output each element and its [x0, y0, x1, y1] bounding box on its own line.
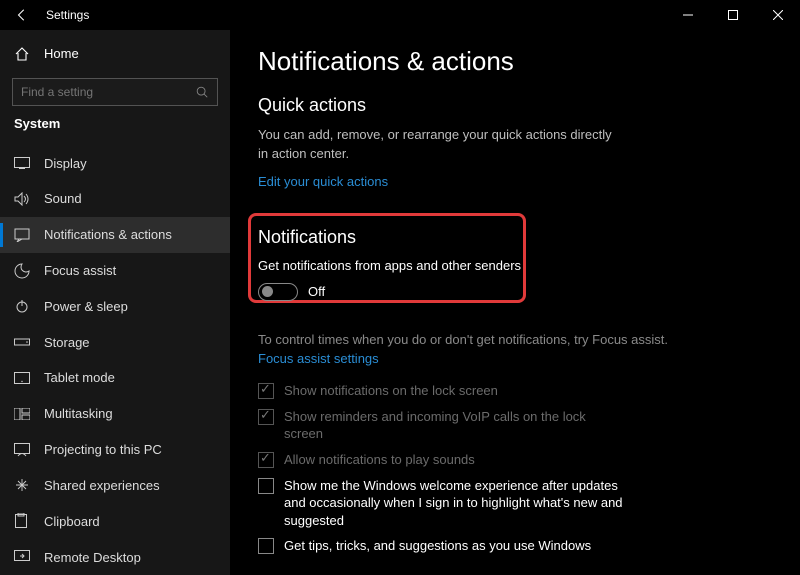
home-label: Home: [44, 46, 79, 61]
check-voip: Show reminders and incoming VoIP calls o…: [258, 408, 780, 443]
back-button[interactable]: [12, 5, 32, 25]
page-title: Notifications & actions: [258, 46, 780, 77]
focus-hint-text: To control times when you do or don't ge…: [258, 332, 668, 347]
toggle-state-label: Off: [308, 284, 325, 299]
sidebar-item-label: Shared experiences: [44, 478, 160, 493]
focus-assist-icon: [14, 263, 32, 279]
sidebar-item-label: Notifications & actions: [44, 227, 172, 242]
sidebar-item-display[interactable]: Display: [0, 145, 230, 181]
sidebar-item-label: Multitasking: [44, 406, 113, 421]
sidebar-item-clipboard[interactable]: Clipboard: [0, 503, 230, 539]
close-button[interactable]: [755, 0, 800, 30]
content-area: Notifications & actions Quick actions Yo…: [230, 30, 800, 575]
sidebar-item-shared[interactable]: Shared experiences: [0, 468, 230, 504]
sidebar-item-storage[interactable]: Storage: [0, 324, 230, 360]
notifications-icon: [14, 228, 32, 242]
sidebar-item-label: Display: [44, 156, 87, 171]
quick-actions-description: You can add, remove, or rearrange your q…: [258, 126, 618, 164]
check-sounds: Allow notifications to play sounds: [258, 451, 780, 469]
sidebar-item-remote[interactable]: Remote Desktop: [0, 539, 230, 575]
sidebar-item-label: Clipboard: [44, 514, 100, 529]
check-welcome-experience[interactable]: Show me the Windows welcome experience a…: [258, 477, 780, 530]
check-tips[interactable]: Get tips, tricks, and suggestions as you…: [258, 537, 780, 555]
sidebar-item-label: Tablet mode: [44, 370, 115, 385]
sidebar-item-multitasking[interactable]: Multitasking: [0, 396, 230, 432]
power-icon: [14, 298, 32, 314]
sidebar-item-sound[interactable]: Sound: [0, 181, 230, 217]
search-icon: [195, 85, 209, 99]
minimize-button[interactable]: [665, 0, 710, 30]
quick-actions-heading: Quick actions: [258, 95, 780, 116]
multitasking-icon: [14, 408, 32, 420]
sidebar-item-projecting[interactable]: Projecting to this PC: [0, 432, 230, 468]
shared-icon: [14, 477, 32, 493]
storage-icon: [14, 337, 32, 347]
sidebar-item-label: Storage: [44, 335, 90, 350]
notifications-toggle[interactable]: [258, 283, 298, 301]
search-box[interactable]: [12, 78, 218, 106]
sidebar-item-tablet[interactable]: Tablet mode: [0, 360, 230, 396]
remote-icon: [14, 550, 32, 564]
tablet-icon: [14, 372, 32, 384]
search-input[interactable]: [21, 85, 195, 99]
checkbox-label: Show reminders and incoming VoIP calls o…: [284, 408, 624, 443]
checkbox-label: Show notifications on the lock screen: [284, 382, 498, 400]
sidebar-item-label: Sound: [44, 191, 82, 206]
clipboard-icon: [14, 513, 32, 529]
sound-icon: [14, 192, 32, 206]
sidebar-item-power[interactable]: Power & sleep: [0, 288, 230, 324]
home-icon: [14, 46, 32, 62]
maximize-button[interactable]: [710, 0, 755, 30]
sidebar-item-label: Remote Desktop: [44, 550, 141, 565]
category-label: System: [0, 116, 230, 145]
projecting-icon: [14, 443, 32, 457]
sidebar: Home System Display Sound Notifications …: [0, 30, 230, 575]
sidebar-item-label: Power & sleep: [44, 299, 128, 314]
sidebar-item-label: Projecting to this PC: [44, 442, 162, 457]
checkbox-icon[interactable]: [258, 478, 274, 494]
sidebar-item-label: Focus assist: [44, 263, 116, 278]
checkbox-icon: [258, 409, 274, 425]
display-icon: [14, 157, 32, 169]
notifications-heading: Notifications: [258, 227, 770, 248]
edit-quick-actions-link[interactable]: Edit your quick actions: [258, 174, 388, 189]
checkbox-icon: [258, 383, 274, 399]
focus-assist-settings-link[interactable]: Focus assist settings: [258, 350, 379, 369]
check-lock-screen: Show notifications on the lock screen: [258, 382, 780, 400]
home-nav[interactable]: Home: [0, 36, 230, 72]
checkbox-icon: [258, 452, 274, 468]
window-title: Settings: [46, 8, 89, 22]
checkbox-label: Get tips, tricks, and suggestions as you…: [284, 537, 591, 555]
checkbox-icon[interactable]: [258, 538, 274, 554]
checkbox-label: Allow notifications to play sounds: [284, 451, 475, 469]
sidebar-item-focus-assist[interactable]: Focus assist: [0, 253, 230, 289]
sidebar-item-notifications[interactable]: Notifications & actions: [0, 217, 230, 253]
checkbox-label: Show me the Windows welcome experience a…: [284, 477, 624, 530]
notifications-subtext: Get notifications from apps and other se…: [258, 258, 770, 273]
